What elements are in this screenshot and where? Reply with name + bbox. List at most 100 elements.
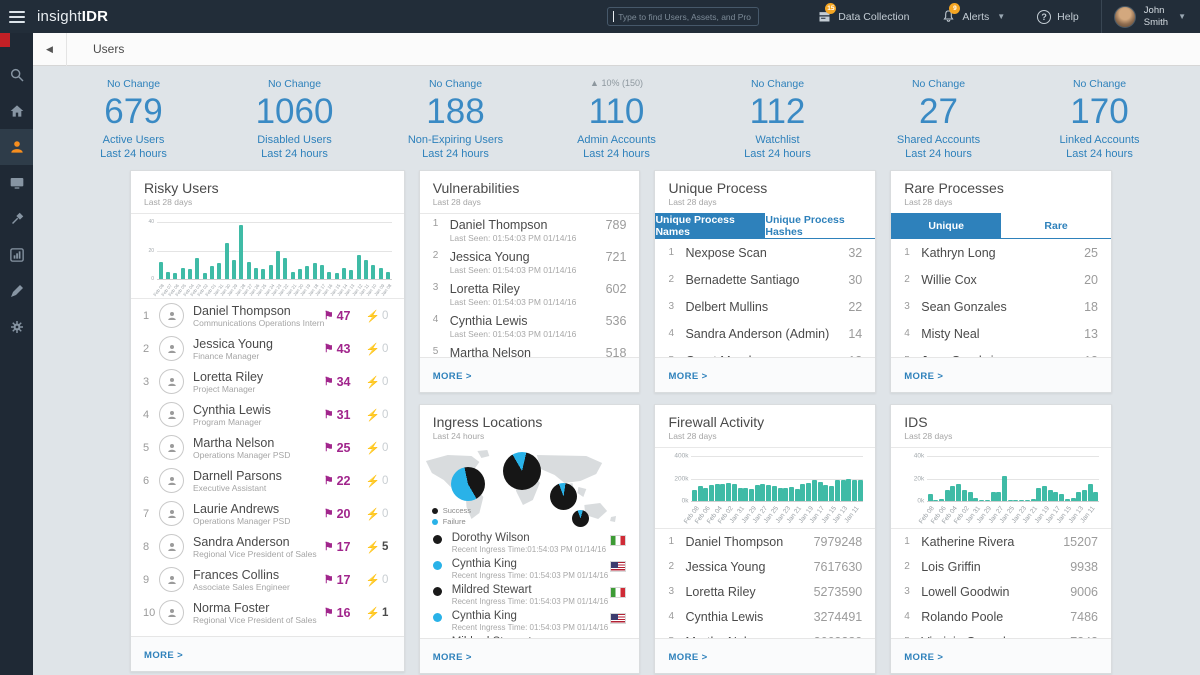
list-item[interactable]: 5Virginia Gonzalez7242 [891, 629, 1111, 638]
list-item[interactable]: 2Bernadette Santiago30 [655, 266, 875, 293]
list-item[interactable]: 3Loretta RileyLast Seen: 01:54:03 PM 01/… [420, 278, 640, 310]
list-item[interactable]: 1Daniel ThompsonLast Seen: 01:54:03 PM 0… [420, 214, 640, 246]
monitor-icon [9, 175, 25, 191]
risky-user-row[interactable]: 1Daniel ThompsonCommunications Operation… [131, 299, 404, 332]
more-link[interactable]: MORE > [668, 652, 707, 663]
ingress-row[interactable]: Mildred StewartRecent Ingress Time: 01:5… [420, 581, 640, 607]
sidebar-item-home[interactable] [0, 93, 33, 129]
bolt-icon: ⚡ [366, 342, 380, 356]
bolt-count: ⚡0 [366, 408, 392, 422]
list-item[interactable]: 4Rolando Poole7486 [891, 604, 1111, 629]
left-sidebar [0, 33, 33, 675]
row-value: 18 [1084, 300, 1098, 314]
ingress-row[interactable]: Cynthia KingRecent Ingress Time: 01:54:0… [420, 607, 640, 633]
help-button[interactable]: ? Help [1037, 10, 1079, 24]
list-item[interactable]: 1Nexpose Scan32 [655, 239, 875, 266]
card-ingress-locations: Ingress LocationsLast 24 hours [419, 404, 641, 674]
stat-shared-accounts[interactable]: No Change27Shared AccountsLast 24 hours [858, 78, 1019, 166]
y-tick-label: 40 [148, 219, 157, 225]
sidebar-item-search[interactable] [0, 57, 33, 93]
bar [225, 243, 229, 279]
risky-user-row[interactable]: 7Laurie AndrewsOperations Manager PSD⚑20… [131, 497, 404, 530]
flag-count: ⚑22 [324, 474, 366, 488]
bolt-count: ⚡1 [366, 606, 392, 620]
bar [1088, 484, 1093, 501]
country-flag-it [610, 535, 626, 546]
more-link[interactable]: MORE > [904, 652, 943, 663]
x-axis-labels: Feb 08Feb 06Feb 04Feb 02Jan 31Jan 29Jan … [691, 502, 863, 528]
ingress-row[interactable]: Dorothy WilsonRecent Ingress Time:01:54:… [420, 529, 640, 555]
flag-count: ⚑16 [324, 606, 366, 620]
stat-non-expiring-users[interactable]: No Change188Non-Expiring UsersLast 24 ho… [375, 78, 536, 166]
stat-linked-accounts[interactable]: No Change170Linked AccountsLast 24 hours [1019, 78, 1180, 166]
more-link[interactable]: MORE > [144, 650, 183, 661]
row-name: Cynthia King [452, 610, 611, 623]
risky-user-row[interactable]: 9Frances CollinsAssociate Sales Engineer… [131, 563, 404, 596]
list-item[interactable]: 4Sandra Anderson (Admin)14 [655, 320, 875, 347]
list-item[interactable]: 1Kathryn Long25 [891, 239, 1111, 266]
x-axis-labels: Feb 08Feb 07Feb 06Feb 05Feb 04Feb 03Feb … [157, 280, 392, 298]
list-item[interactable]: 5Martha Nelson2663280 [655, 629, 875, 638]
user-menu[interactable]: JohnSmith ▼ [1102, 5, 1200, 28]
bar [858, 480, 863, 501]
risky-user-row[interactable]: 6Darnell ParsonsExecutive Assistant⚑22⚡0 [131, 464, 404, 497]
world-map: SuccessFailure [420, 447, 640, 529]
row-value: 13 [1084, 327, 1098, 341]
tab-unique-process-hashes[interactable]: Unique Process Hashes [765, 213, 875, 238]
list-item[interactable]: 3Lowell Goodwin9006 [891, 579, 1111, 604]
card-vulnerabilities: VulnerabilitiesLast 28 days 1Daniel Thom… [419, 170, 641, 393]
stat-disabled-users[interactable]: No Change1060Disabled UsersLast 24 hours [214, 78, 375, 166]
list-item[interactable]: 2Willie Cox20 [891, 266, 1111, 293]
list-item[interactable]: 1Daniel Thompson7979248 [655, 529, 875, 554]
sidebar-item-reports[interactable] [0, 237, 33, 273]
risky-user-row[interactable]: 8Sandra AndersonRegional Vice President … [131, 530, 404, 563]
list-item[interactable]: 2Jessica YoungLast Seen: 01:54:03 PM 01/… [420, 246, 640, 278]
sidebar-item-assets[interactable] [0, 165, 33, 201]
stat-watchlist[interactable]: No Change112WatchlistLast 24 hours [697, 78, 858, 166]
back-button[interactable]: ◀ [33, 33, 67, 66]
list-item[interactable]: 1Katherine Rivera15207 [891, 529, 1111, 554]
ingress-row[interactable]: Cynthia KingRecent Ingress Time: 01:54:0… [420, 555, 640, 581]
list-item[interactable]: 4Cynthia Lewis3274491 [655, 604, 875, 629]
list-item[interactable]: 5Martha NelsonLast Seen: 01:54:03 PM 01/… [420, 342, 640, 357]
card-title: Rare Processes [904, 180, 1098, 196]
risky-user-row[interactable]: 2Jessica YoungFinance Manager⚑43⚡0 [131, 332, 404, 365]
sidebar-item-settings[interactable] [0, 309, 33, 345]
top-bar: insightIDR 15 Data Collection 9 Alerts ▼… [0, 0, 1200, 33]
list-item[interactable]: 4Misty Neal13 [891, 320, 1111, 347]
bar [806, 483, 811, 501]
row-rank: 3 [143, 376, 159, 388]
more-link[interactable]: MORE > [433, 652, 472, 663]
bar [386, 272, 390, 279]
risky-user-row[interactable]: 3Loretta RileyProject Manager⚑34⚡0 [131, 365, 404, 398]
list-item[interactable]: 2Jessica Young7617630 [655, 554, 875, 579]
risky-user-row[interactable]: 5Martha NelsonOperations Manager PSD⚑25⚡… [131, 431, 404, 464]
list-item[interactable]: 5Grant Moody13 [655, 347, 875, 357]
sidebar-item-tools[interactable] [0, 273, 33, 309]
risky-user-row[interactable]: 4Cynthia LewisProgram Manager⚑31⚡0 [131, 398, 404, 431]
card-title: Unique Process [668, 180, 862, 196]
stat-active-users[interactable]: No Change679Active UsersLast 24 hours [53, 78, 214, 166]
risky-user-row[interactable]: 10Norma FosterRegional Vice President of… [131, 596, 404, 629]
sidebar-item-investigations[interactable] [0, 201, 33, 237]
tab-unique[interactable]: Unique [891, 213, 1001, 238]
sidebar-item-users[interactable] [0, 129, 33, 165]
tab-unique-process-names[interactable]: Unique Process Names [655, 213, 765, 238]
row-rank: 4 [904, 611, 921, 622]
list-item[interactable]: 5Joey Goodwin13 [891, 347, 1111, 357]
list-item[interactable]: 3Loretta Riley5273590 [655, 579, 875, 604]
list-item[interactable]: 4Cynthia LewisLast Seen: 01:54:03 PM 01/… [420, 310, 640, 342]
list-item[interactable]: 3Delbert Mullins22 [655, 293, 875, 320]
gavel-icon [9, 211, 25, 227]
list-item[interactable]: 2Lois Griffin9938 [891, 554, 1111, 579]
more-link[interactable]: MORE > [433, 371, 472, 382]
search-input[interactable] [607, 7, 759, 26]
stat-admin-accounts[interactable]: ▲ 10% (150)110Admin AccountsLast 24 hour… [536, 78, 697, 166]
more-link[interactable]: MORE > [904, 371, 943, 382]
menu-icon[interactable] [0, 0, 33, 33]
more-link[interactable]: MORE > [668, 371, 707, 382]
alerts-button[interactable]: 9 Alerts ▼ [941, 9, 1005, 24]
list-item[interactable]: 3Sean Gonzales18 [891, 293, 1111, 320]
tab-rare[interactable]: Rare [1001, 213, 1111, 238]
data-collection-button[interactable]: 15 Data Collection [817, 9, 909, 24]
